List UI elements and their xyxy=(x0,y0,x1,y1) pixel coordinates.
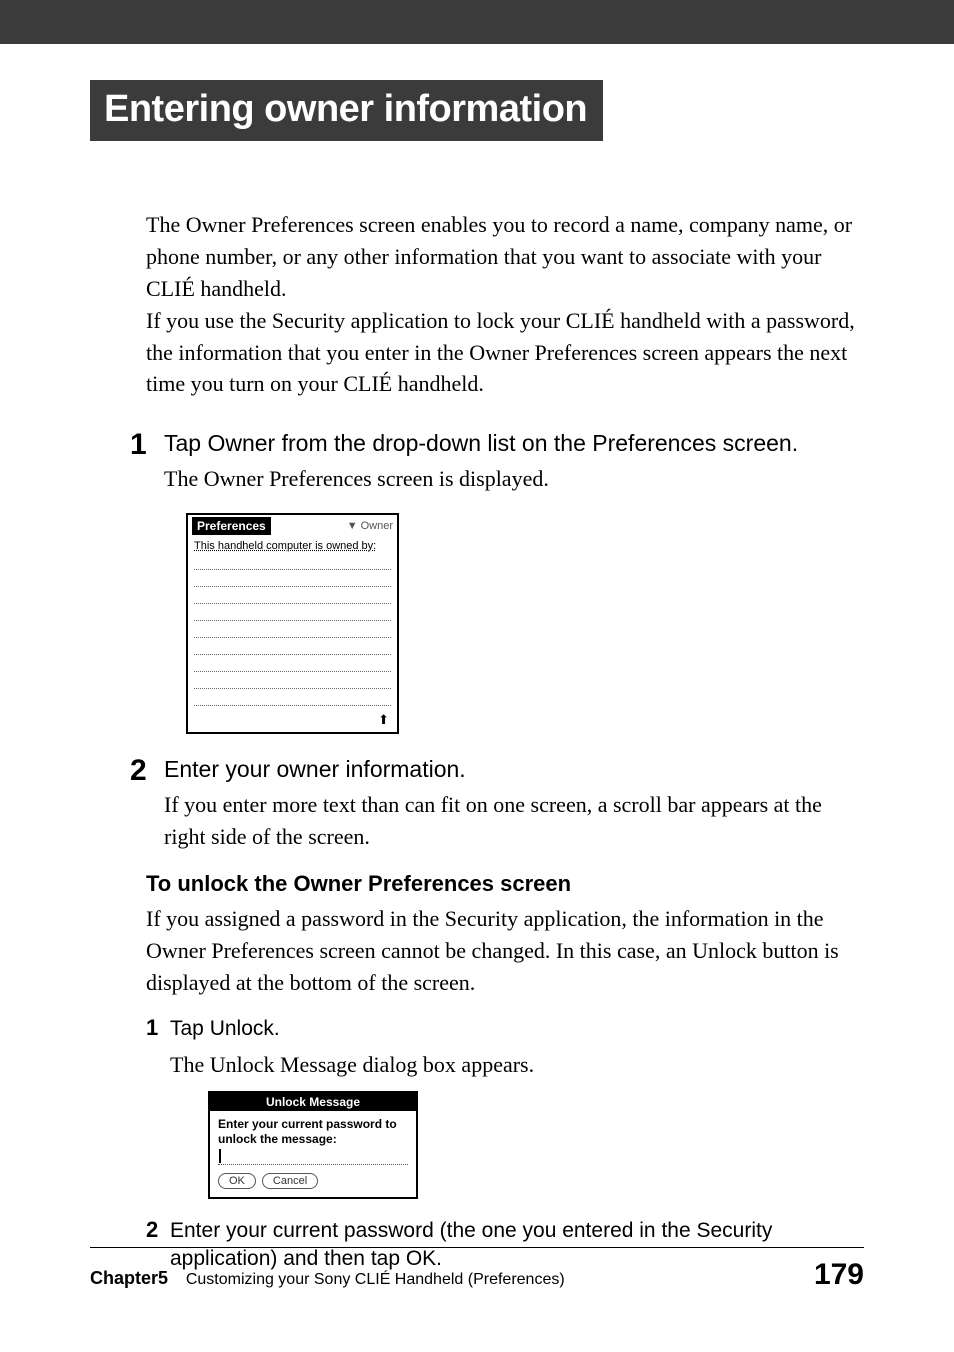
step-2-desc: If you enter more text than can fit on o… xyxy=(164,789,864,853)
page-title: Entering owner information xyxy=(90,80,603,141)
step-2: 2 Enter your owner information. If you e… xyxy=(130,754,864,853)
ok-button[interactable]: OK xyxy=(218,1173,256,1189)
step-1-title: Tap Owner from the drop-down list on the… xyxy=(164,428,864,459)
title-block: Entering owner information xyxy=(90,80,864,141)
unlock-dialog-prompt: Enter your current password to unlock th… xyxy=(218,1117,408,1147)
step-2-title: Enter your owner information. xyxy=(164,754,864,785)
footer-chapter-title: Customizing your Sony CLIÉ Handheld (Pre… xyxy=(186,1271,565,1288)
screenshot-input-lines[interactable] xyxy=(188,553,397,712)
cancel-button[interactable]: Cancel xyxy=(262,1173,318,1189)
home-icon[interactable]: ⬆ xyxy=(188,712,397,732)
intro-p1: The Owner Preferences screen enables you… xyxy=(146,209,864,305)
owner-preferences-screenshot: Preferences ▼ Owner This handheld comput… xyxy=(186,513,399,734)
footer-chapter: Chapter5 xyxy=(90,1268,168,1288)
dropdown-arrow-icon: ▼ xyxy=(347,520,358,532)
intro-paragraphs: The Owner Preferences screen enables you… xyxy=(146,209,864,400)
step-1-number: 1 xyxy=(130,428,164,495)
header-bar xyxy=(0,0,954,44)
screenshot-dropdown[interactable]: ▼ Owner xyxy=(347,520,393,532)
unlock-heading: To unlock the Owner Preferences screen xyxy=(146,871,864,897)
unlock-step-1: 1 Tap Unlock. xyxy=(146,1015,864,1043)
dropdown-label: Owner xyxy=(361,520,393,532)
step-1-desc: The Owner Preferences screen is displaye… xyxy=(164,463,864,495)
step-2-number: 2 xyxy=(130,754,164,853)
page-footer: Chapter5 Customizing your Sony CLIÉ Hand… xyxy=(90,1247,864,1292)
screenshot-header-label: Preferences xyxy=(192,517,271,535)
unlock-desc: If you assigned a password in the Securi… xyxy=(146,903,864,999)
unlock-step-1-desc: The Unlock Message dialog box appears. xyxy=(170,1049,864,1081)
page-number: 179 xyxy=(814,1258,864,1292)
unlock-step-1-title: Tap Unlock. xyxy=(170,1015,864,1043)
intro-p2: If you use the Security application to l… xyxy=(146,305,864,401)
step-1: 1 Tap Owner from the drop-down list on t… xyxy=(130,428,864,495)
screenshot-body-text: This handheld computer is owned by: xyxy=(188,537,397,553)
unlock-step-1-number: 1 xyxy=(146,1015,170,1043)
unlock-password-input[interactable] xyxy=(218,1149,408,1165)
unlock-message-screenshot: Unlock Message Enter your current passwo… xyxy=(208,1091,418,1199)
unlock-dialog-title: Unlock Message xyxy=(210,1093,416,1111)
